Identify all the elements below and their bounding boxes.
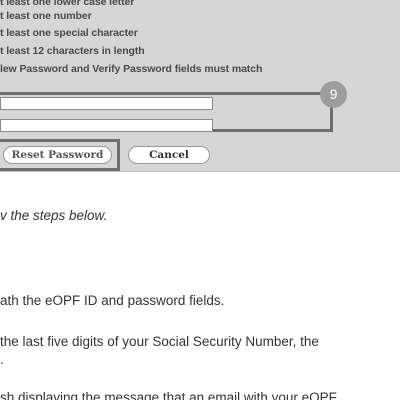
requirement-length: t least 12 characters in length [0,45,145,57]
instruction-line: . [0,352,4,367]
step-number-badge: 9 [320,81,347,108]
cancel-button[interactable]: Cancel [128,146,210,164]
requirement-number: t least one number [0,10,92,22]
instruction-line: ath the eOPF ID and password fields. [0,293,225,308]
new-password-input[interactable] [0,97,213,110]
instructions-intro: v the steps below. [0,208,108,223]
reset-password-button[interactable]: Reset Password [3,146,112,164]
requirement-lowercase: t least one lower case letter [0,0,135,8]
password-reset-panel: t least one lower case letter t least on… [0,0,400,172]
instruction-line: the last five digits of your Social Secu… [0,334,319,349]
instruction-line: sh displaying the message that an email … [0,390,337,400]
verify-password-input[interactable] [0,119,213,132]
requirement-special-character: t least one special character [0,27,138,39]
requirement-match: lew Password and Verify Password fields … [0,63,263,75]
